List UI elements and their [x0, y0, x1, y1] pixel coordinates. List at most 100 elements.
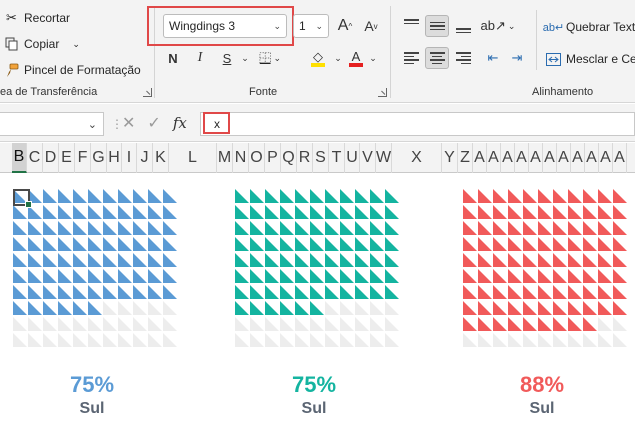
active-cell[interactable]: [13, 189, 32, 208]
borders-button[interactable]: ⌄: [259, 47, 281, 69]
waffle-cell-filled: [58, 285, 72, 299]
column-header-m[interactable]: M: [217, 143, 233, 173]
insert-function-icon[interactable]: fx: [173, 114, 187, 132]
dialog-launcher-icon[interactable]: [378, 88, 387, 97]
waffle-cell-filled: [58, 301, 72, 315]
font-size-select[interactable]: 1 ⌄: [293, 14, 329, 38]
waffle-cell-filled: [325, 253, 339, 267]
waffle-cell-filled: [118, 269, 132, 283]
align-center-button[interactable]: [425, 47, 449, 69]
waffle-cell-empty: [133, 317, 147, 331]
column-header-d[interactable]: D: [43, 143, 59, 173]
column-header-p[interactable]: P: [265, 143, 281, 173]
chevron-down-icon[interactable]: ⌄: [72, 39, 80, 50]
waffle-cell-empty: [325, 333, 339, 347]
column-header-x[interactable]: X: [392, 143, 442, 173]
merge-center-button[interactable]: Mesclar e Ce: [546, 49, 635, 69]
font-color-dropdown[interactable]: ⌄: [368, 47, 378, 69]
column-header-f[interactable]: F: [75, 143, 91, 173]
format-painter-button[interactable]: Pincel de Formatação: [4, 60, 141, 80]
column-header-q[interactable]: Q: [281, 143, 297, 173]
column-header-a[interactable]: A: [599, 143, 613, 173]
waffle-cell-empty: [250, 317, 264, 331]
column-header-a[interactable]: A: [487, 143, 501, 173]
waffle-cell-filled: [280, 189, 294, 203]
align-right-button[interactable]: [452, 47, 474, 69]
waffle-cell-filled: [340, 237, 354, 251]
region-label-1: Sul: [79, 400, 105, 417]
orientation-button[interactable]: ab↗ ⌄: [481, 15, 516, 37]
column-header-z[interactable]: Z: [458, 143, 473, 173]
column-header-l[interactable]: L: [169, 143, 217, 173]
paintbrush-icon: [4, 63, 19, 78]
waffle-cell-filled: [73, 285, 87, 299]
name-box[interactable]: ⌄: [0, 112, 104, 136]
font-color-button[interactable]: A: [346, 47, 366, 69]
column-header-a[interactable]: A: [557, 143, 571, 173]
column-header-a[interactable]: A: [585, 143, 599, 173]
underline-button[interactable]: S: [217, 47, 237, 69]
column-header-b[interactable]: B: [12, 143, 27, 173]
align-top-button[interactable]: [400, 15, 422, 37]
enter-icon[interactable]: ✓: [147, 113, 160, 133]
waffle-cell-filled: [478, 221, 492, 235]
column-header-i[interactable]: I: [122, 143, 137, 173]
column-header-s[interactable]: S: [313, 143, 329, 173]
dialog-launcher-icon[interactable]: [143, 88, 152, 97]
increase-font-size-button[interactable]: A ^: [334, 15, 356, 37]
column-header-n[interactable]: N: [233, 143, 249, 173]
fill-color-button[interactable]: ◇: [303, 47, 333, 69]
column-header-g[interactable]: G: [91, 143, 107, 173]
column-header-j[interactable]: J: [137, 143, 153, 173]
copy-button[interactable]: Copiar ⌄: [4, 34, 80, 54]
waffle-cell-filled: [568, 189, 582, 203]
cut-label: Recortar: [24, 11, 71, 25]
column-header-o[interactable]: O: [249, 143, 265, 173]
waffle-cell-filled: [88, 253, 102, 267]
align-middle-button[interactable]: [425, 15, 449, 37]
chevron-down-icon[interactable]: ⌄: [88, 118, 97, 131]
waffle-cell-filled: [553, 269, 567, 283]
increase-indent-button[interactable]: ⇥: [506, 47, 528, 69]
waffle-cell-filled: [133, 205, 147, 219]
column-header-c[interactable]: C: [27, 143, 43, 173]
decrease-indent-button[interactable]: ⇤: [482, 47, 504, 69]
decrease-font-size-button[interactable]: Av: [360, 15, 382, 37]
waffle-cell-filled: [523, 317, 537, 331]
column-header-y[interactable]: Y: [442, 143, 458, 173]
formula-input[interactable]: x: [200, 112, 635, 136]
column-header-k[interactable]: K: [153, 143, 169, 173]
fill-color-dropdown[interactable]: ⌄: [333, 47, 343, 69]
wrap-text-button[interactable]: ab↵ Quebrar Text: [543, 17, 635, 37]
waffle-cell-filled: [250, 205, 264, 219]
column-header-a[interactable]: A: [473, 143, 487, 173]
cut-button[interactable]: ✂ Recortar: [4, 8, 70, 28]
underline-dropdown[interactable]: ⌄: [239, 47, 251, 69]
column-header-t[interactable]: T: [329, 143, 345, 173]
waffle-cell-empty: [370, 317, 384, 331]
column-header-a[interactable]: A: [529, 143, 543, 173]
waffle-cell-filled: [385, 253, 399, 267]
column-header-r[interactable]: R: [297, 143, 313, 173]
cancel-icon[interactable]: ✕: [122, 113, 135, 133]
column-header-h[interactable]: H: [107, 143, 122, 173]
waffle-cell-filled: [13, 221, 27, 235]
column-header-u[interactable]: U: [345, 143, 360, 173]
column-header-a[interactable]: A: [613, 143, 627, 173]
align-bottom-button[interactable]: [452, 15, 474, 37]
waffle-cell-filled: [295, 269, 309, 283]
italic-button[interactable]: I: [190, 47, 210, 69]
column-header-a[interactable]: A: [543, 143, 557, 173]
column-header-w[interactable]: W: [376, 143, 392, 173]
worksheet[interactable]: 75% Sul 75% Sul 88% Sul: [0, 174, 635, 430]
column-header-a[interactable]: A: [515, 143, 529, 173]
copy-label: Copiar: [24, 37, 60, 51]
waffle-cell-filled: [310, 301, 324, 315]
column-header-a[interactable]: A: [501, 143, 515, 173]
column-header-e[interactable]: E: [59, 143, 75, 173]
column-header-v[interactable]: V: [360, 143, 376, 173]
waffle-cell-filled: [43, 237, 57, 251]
bold-button[interactable]: N: [163, 47, 183, 69]
column-header-a[interactable]: A: [571, 143, 585, 173]
align-left-button[interactable]: [400, 47, 422, 69]
